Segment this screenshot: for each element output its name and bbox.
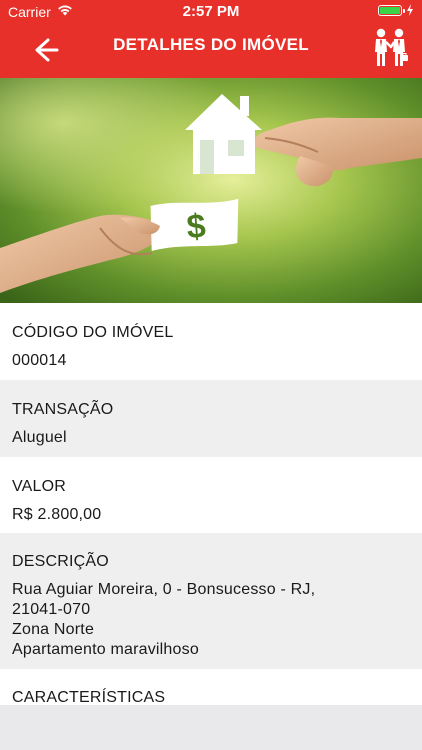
descricao-line: Apartamento maravilhoso (12, 641, 199, 658)
field-valor-value: R$ 2.800,00 (12, 506, 102, 523)
field-codigo-label: CÓDIGO DO IMÓVEL (12, 324, 174, 341)
house-money-illustration: $ (0, 78, 422, 303)
field-caracteristicas: CARACTERÍSTICAS (0, 669, 422, 706)
nav-bar: DETALHES DO IMÓVEL (0, 22, 422, 78)
descricao-line: Rua Aguiar Moreira, 0 - Bonsucesso - RJ, (12, 581, 316, 598)
battery-level (380, 7, 400, 14)
descricao-line: 21041-070 (12, 601, 91, 618)
bottom-area (0, 705, 422, 750)
status-bar: Carrier 2:57 PM (0, 0, 422, 22)
agent-button[interactable] (370, 26, 410, 70)
header-bar: Carrier 2:57 PM DETALHES DO IMÓVEL (0, 0, 422, 78)
field-valor-label: VALOR (12, 478, 67, 495)
handshake-icon (375, 28, 408, 66)
battery-tip (403, 8, 405, 13)
field-transacao-label: TRANSAÇÃO (12, 401, 114, 418)
battery-icon (378, 5, 405, 16)
field-codigo-value: 000014 (12, 352, 67, 369)
descricao-line: Zona Norte (12, 621, 95, 638)
property-photo: $ (0, 78, 422, 303)
field-descricao-label: DESCRIÇÃO (12, 553, 109, 570)
charging-bolt-icon (407, 4, 413, 16)
field-valor: VALOR R$ 2.800,00 (0, 457, 422, 533)
field-transacao-value: Aluguel (12, 429, 67, 446)
field-transacao: TRANSAÇÃO Aluguel (0, 380, 422, 457)
field-codigo: CÓDIGO DO IMÓVEL 000014 (0, 303, 422, 380)
field-descricao: DESCRIÇÃO Rua Aguiar Moreira, 0 - Bonsuc… (0, 533, 422, 669)
status-time: 2:57 PM (182, 3, 240, 20)
page-title: DETALHES DO IMÓVEL (113, 35, 309, 54)
banknote-icon: $ (150, 198, 239, 251)
field-descricao-value: Rua Aguiar Moreira, 0 - Bonsucesso - RJ,… (12, 580, 422, 660)
svg-text:$: $ (185, 207, 207, 246)
